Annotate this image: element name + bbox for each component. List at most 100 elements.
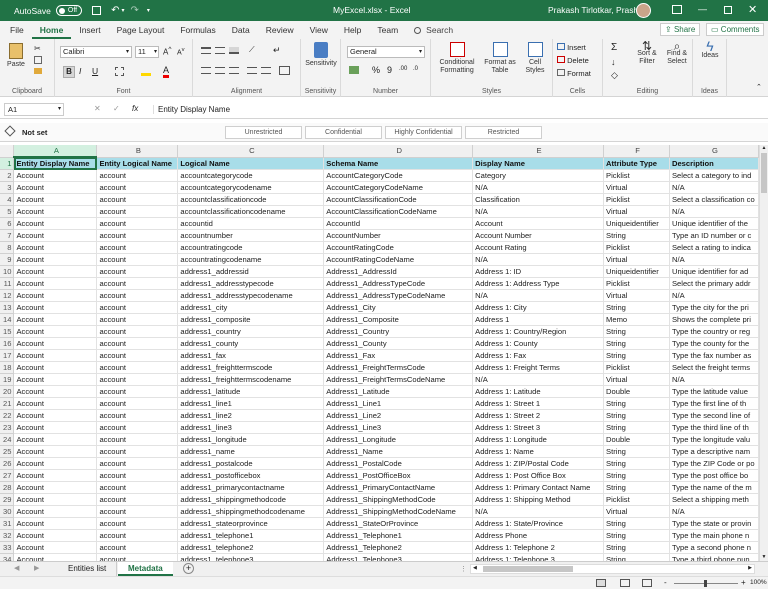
cell[interactable]: account (96, 313, 179, 326)
cell[interactable]: Type the state or provin (669, 517, 759, 530)
column-header[interactable]: G (669, 145, 759, 158)
ideas-button[interactable]: ϟ Ideas (695, 39, 725, 60)
cell[interactable]: account (96, 289, 179, 302)
row-number[interactable]: 7 (0, 229, 15, 242)
cell[interactable]: account (96, 457, 179, 470)
cell[interactable]: account (96, 277, 179, 290)
cell[interactable]: Address Phone (472, 529, 605, 542)
cell[interactable]: Address1_Composite (323, 313, 474, 326)
cell[interactable]: String (603, 325, 670, 338)
cell[interactable]: N/A (669, 289, 759, 302)
cell[interactable]: account (96, 361, 179, 374)
cell[interactable]: AccountClassificationCode (323, 193, 474, 206)
cell[interactable]: String (603, 529, 670, 542)
header-cell[interactable]: Entity Logical Name (96, 157, 179, 170)
vertical-scrollbar[interactable]: ▲ ▼ (759, 145, 768, 561)
cell[interactable]: address1_city (177, 301, 325, 314)
cell[interactable]: Address1_PostOfficeBox (323, 469, 474, 482)
cell[interactable]: N/A (472, 253, 605, 266)
cell[interactable]: Virtual (603, 205, 670, 218)
cell[interactable]: Address 1: State/Province (472, 517, 605, 530)
cell[interactable]: Account (13, 469, 98, 482)
next-sheet-icon[interactable]: ▶ (34, 564, 39, 572)
minimize-icon[interactable]: — (698, 4, 707, 14)
cell[interactable]: address1_freighttermscodename (177, 373, 325, 386)
currency-icon[interactable] (349, 66, 359, 74)
decrease-indent-icon[interactable] (247, 67, 257, 74)
cell[interactable]: Account (13, 481, 98, 494)
cell[interactable]: N/A (669, 373, 759, 386)
cell[interactable]: Type the county for the (669, 337, 759, 350)
row-number[interactable]: 3 (0, 181, 15, 194)
cell[interactable]: address1_freighttermscode (177, 361, 325, 374)
cell[interactable]: Shows the complete pri (669, 313, 759, 326)
cell[interactable]: String (603, 457, 670, 470)
cell[interactable]: Address1_Telephone3 (323, 553, 474, 561)
cell[interactable]: Type the post office bo (669, 469, 759, 482)
cell[interactable]: Address 1: Street 3 (472, 421, 605, 434)
cell[interactable]: Select a classification co (669, 193, 759, 206)
cell[interactable]: Account (13, 289, 98, 302)
cell[interactable]: Address 1 (472, 313, 605, 326)
row-number[interactable]: 2 (0, 169, 15, 182)
row-number[interactable]: 30 (0, 505, 15, 518)
cell[interactable]: AccountRatingCodeName (323, 253, 474, 266)
orientation-icon[interactable]: ⟋ (249, 45, 255, 55)
cell[interactable]: address1_name (177, 445, 325, 458)
cell[interactable]: Picklist (603, 361, 670, 374)
scroll-up-icon[interactable]: ▲ (760, 145, 768, 151)
page-layout-view-icon[interactable] (620, 579, 630, 587)
cell[interactable]: Address 1: Longitude (472, 433, 605, 446)
cell[interactable]: Address 1: Primary Contact Name (472, 481, 605, 494)
font-color-icon[interactable]: A (163, 65, 170, 78)
cell[interactable]: Select a rating to indica (669, 241, 759, 254)
tab-page-layout[interactable]: Page Layout (109, 21, 173, 39)
cell[interactable]: String (603, 445, 670, 458)
avatar[interactable] (636, 3, 651, 18)
cell[interactable]: Address1_Latitude (323, 385, 474, 398)
cell[interactable]: accountclassificationcode (177, 193, 325, 206)
row-number[interactable]: 17 (0, 349, 15, 362)
zoom-slider[interactable] (674, 580, 738, 587)
cell[interactable]: Account (13, 493, 98, 506)
tab-home[interactable]: Home (31, 21, 72, 39)
cell[interactable]: Double (603, 433, 670, 446)
cell[interactable]: Address1_FreightTermsCodeName (323, 373, 474, 386)
cell[interactable]: Account (13, 385, 98, 398)
cell[interactable]: account (96, 505, 179, 518)
row-number[interactable]: 13 (0, 301, 15, 314)
cell[interactable]: String (603, 469, 670, 482)
sensitivity-confidential[interactable]: Confidential (305, 126, 382, 139)
cell[interactable]: Account (13, 373, 98, 386)
cell[interactable]: address1_shippingmethodcodename (177, 505, 325, 518)
tab-formulas[interactable]: Formulas (172, 21, 223, 39)
cell[interactable]: account (96, 481, 179, 494)
cell[interactable]: Address1_City (323, 301, 474, 314)
cell[interactable]: account (96, 193, 179, 206)
align-left-icon[interactable] (201, 67, 211, 74)
cell[interactable]: account (96, 241, 179, 254)
clear-icon[interactable]: ◇ (611, 70, 618, 81)
cell[interactable]: account (96, 325, 179, 338)
percent-button[interactable]: % (372, 65, 380, 75)
format-painter-icon[interactable] (34, 68, 42, 74)
cell[interactable]: accountid (177, 217, 325, 230)
cell[interactable]: accountclassificationcodename (177, 205, 325, 218)
cut-icon[interactable]: ✂ (34, 44, 41, 53)
cell[interactable]: Account (13, 505, 98, 518)
header-cell[interactable]: Schema Name (323, 157, 474, 170)
cell[interactable]: Virtual (603, 289, 670, 302)
cell[interactable]: address1_addressid (177, 265, 325, 278)
cell[interactable]: Account (13, 517, 98, 530)
cell[interactable]: Account (13, 253, 98, 266)
cell[interactable]: Address 1: Street 2 (472, 409, 605, 422)
cell[interactable]: Type the third line of th (669, 421, 759, 434)
fill-color-icon[interactable] (141, 67, 151, 76)
cell[interactable]: account (96, 445, 179, 458)
increase-font-icon[interactable]: A^ (163, 46, 171, 57)
middle-align-icon[interactable] (215, 47, 225, 54)
cell[interactable]: account (96, 529, 179, 542)
cell[interactable]: Address 1: Latitude (472, 385, 605, 398)
cell[interactable]: Type the first line of th (669, 397, 759, 410)
enter-icon[interactable]: ✓ (113, 104, 120, 113)
